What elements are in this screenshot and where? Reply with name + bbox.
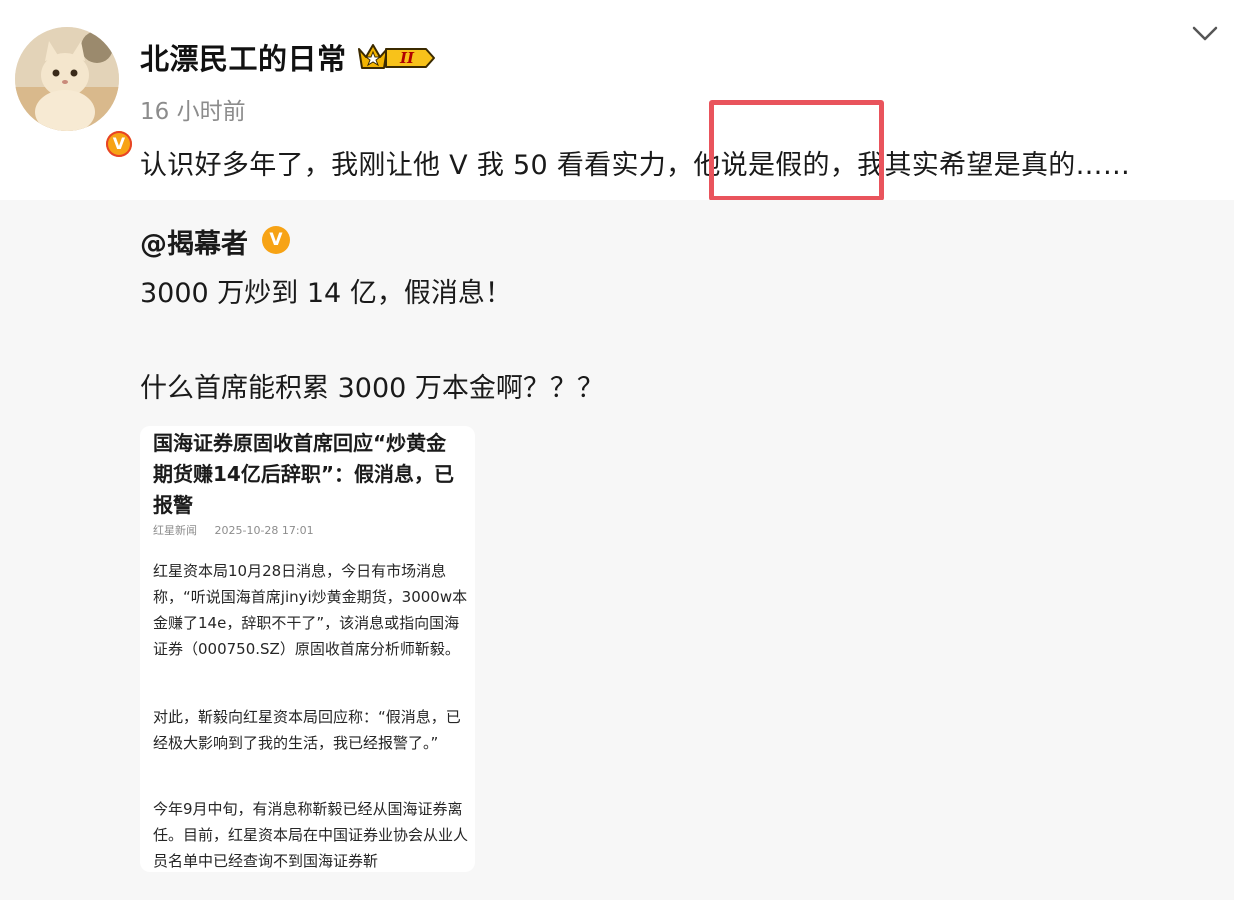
username[interactable]: 北漂民工的日常 bbox=[140, 36, 347, 78]
repost-author[interactable]: @揭幕者 bbox=[140, 222, 248, 261]
avatar[interactable] bbox=[15, 27, 119, 131]
verified-v-icon: V bbox=[262, 226, 290, 254]
article-screenshot-image[interactable]: 国海证券原固收首席回应“炒黄金期货赚14亿后辞职”：假消息，已报警 红星新闻 2… bbox=[140, 426, 475, 872]
article-paragraph-2: 对此，靳毅向红星资本局回应称：“假消息，已经极大影响到了我的生活，我已经报警了。… bbox=[153, 708, 461, 752]
chevron-down-icon[interactable] bbox=[1190, 22, 1220, 46]
repost-section[interactable]: @揭幕者 V 3000 万炒到 14 亿，假消息！ 什么首席能积累 3000 万… bbox=[0, 200, 1234, 900]
avatar-container[interactable]: V bbox=[15, 27, 135, 160]
post-text: 认识好多年了，我刚让他 V 我 50 看看实力，他说是假的，我其实希望是真的…… bbox=[140, 150, 1131, 181]
highlight-annotation-box bbox=[709, 100, 884, 201]
vip-crown-badge-icon[interactable]: II bbox=[356, 40, 436, 74]
article-title: 国海证券原固收首席回应“炒黄金期货赚14亿后辞职”：假消息，已报警 bbox=[153, 431, 454, 517]
verified-v-icon: V bbox=[106, 131, 132, 157]
weibo-post-page: V 北漂民工的日常 II 16 小时前 认识好多年了，我刚让他 V 我 50 看… bbox=[0, 0, 1234, 900]
repost-text-line-1: 3000 万炒到 14 亿，假消息！ bbox=[140, 278, 512, 309]
vip-level-text: II bbox=[399, 49, 415, 67]
article-meta: 红星新闻 2025-10-28 17:01 bbox=[153, 522, 328, 538]
article-source: 红星新闻 bbox=[153, 524, 197, 537]
article-paragraph-3: 今年9月中旬，有消息称靳毅已经从国海证券离任。目前，红星资本局在中国证券业协会从… bbox=[153, 800, 469, 870]
article-paragraph-1: 红星资本局10月28日消息，今日有市场消息称，“听说国海首席jinyi炒黄金期货… bbox=[153, 562, 468, 658]
post-time: 16 小时前 bbox=[140, 99, 246, 125]
verified-badge: V bbox=[103, 128, 135, 160]
cat-avatar-image bbox=[15, 27, 119, 131]
article-date: 2025-10-28 17:01 bbox=[214, 524, 314, 537]
repost-text-line-2: 什么首席能积累 3000 万本金啊？？？ bbox=[140, 373, 604, 404]
